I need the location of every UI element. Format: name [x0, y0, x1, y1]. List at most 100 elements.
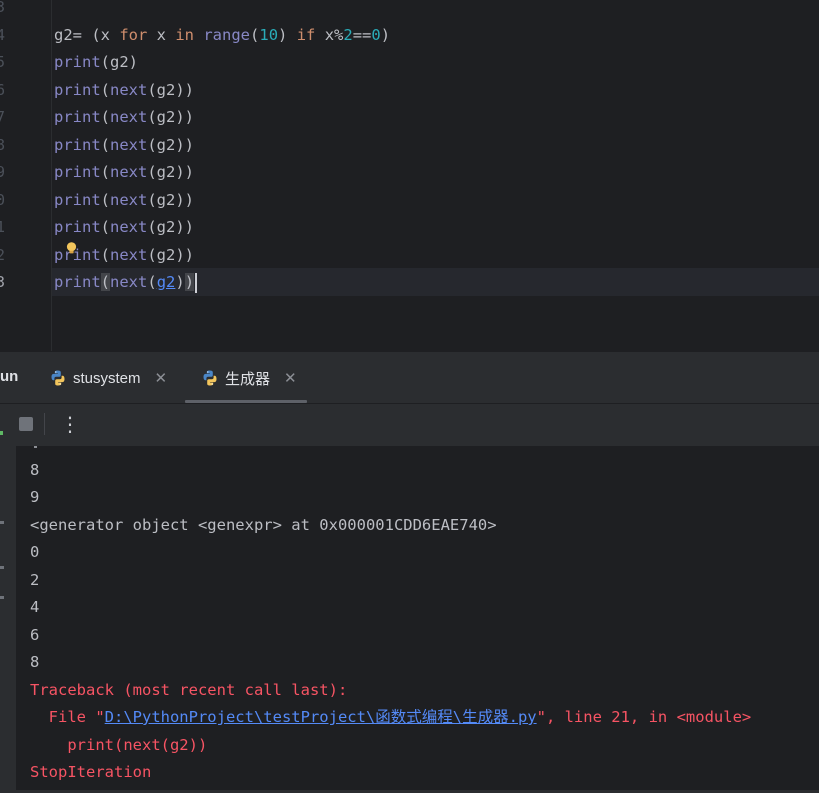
code-token: next: [110, 80, 148, 99]
code-token: x%: [315, 25, 344, 44]
code-token: in: [175, 25, 194, 44]
code-line[interactable]: print(next(g2)): [54, 104, 194, 132]
line-number: 3: [0, 0, 6, 16]
run-toolbar: ⋮: [0, 403, 819, 446]
code-token: next: [110, 108, 148, 126]
line-number: 7: [0, 108, 6, 126]
text-caret: [195, 272, 198, 293]
console-gutter: [0, 446, 16, 793]
tab-label: stusystem: [73, 369, 141, 387]
code-token: print: [54, 53, 101, 71]
code-line[interactable]: print(next(g2)): [54, 77, 194, 105]
line-number: 4: [0, 25, 6, 44]
line-number: 6: [0, 80, 6, 99]
tab-stusystem[interactable]: stusystem ✕: [49, 360, 167, 396]
output-line: 9: [30, 488, 40, 506]
more-vertical-icon[interactable]: ⋮: [60, 412, 80, 436]
tab-generator[interactable]: 生成器 ✕: [201, 360, 297, 396]
line-number: 2: [0, 245, 6, 264]
code-token: print: [54, 273, 101, 291]
code-line[interactable]: print(next(g2)): [54, 269, 198, 297]
python-icon: [203, 370, 217, 386]
code-token: (: [100, 190, 111, 209]
code-token: g2: [156, 273, 176, 291]
code-token: (: [147, 273, 157, 291]
close-icon[interactable]: ✕: [284, 369, 297, 387]
code-line[interactable]: print(next(g2)): [54, 187, 194, 215]
code-token: (g2)): [147, 135, 195, 154]
output-line: 4: [30, 598, 40, 616]
code-line[interactable]: print(next(g2)): [54, 159, 194, 187]
toolbar-divider: [44, 413, 45, 435]
traceback-suffix: ", line 21, in <module>: [536, 708, 752, 726]
output-line: 8: [30, 653, 40, 671]
python-icon: [51, 370, 65, 386]
code-token: print: [54, 218, 101, 236]
code-token: ): [278, 25, 297, 44]
code-token: 2: [343, 25, 353, 44]
code-token: print: [54, 108, 101, 126]
code-token: next: [110, 218, 148, 236]
code-token: (: [100, 135, 111, 154]
code-token: for: [119, 25, 148, 44]
traceback-file-link[interactable]: D:\PythonProject\testProject\函数式编程\生成器.p…: [105, 708, 537, 726]
code-token: (: [100, 245, 111, 264]
code-token: (: [100, 163, 111, 181]
run-tab-bar: un stusystem ✕ 生成器 ✕: [0, 351, 819, 404]
code-token: (g2)): [147, 163, 195, 181]
stop-icon[interactable]: [19, 417, 33, 431]
code-token: next: [110, 190, 148, 209]
line-number: 1: [0, 218, 6, 236]
close-icon[interactable]: ✕: [155, 369, 168, 387]
rerun-icon[interactable]: [0, 431, 3, 435]
line-number: 3: [0, 273, 6, 291]
code-token: (: [100, 218, 111, 236]
code-token: print: [54, 190, 101, 209]
lightbulb-icon[interactable]: [66, 242, 77, 254]
code-token: next: [110, 273, 148, 291]
gutter-marker: [0, 521, 4, 524]
output-line: 2: [30, 570, 40, 589]
tool-window-title: un: [0, 368, 19, 385]
code-token: (g2)): [147, 218, 195, 236]
code-token: 0: [371, 25, 381, 44]
line-number: 9: [0, 163, 6, 181]
code-editor[interactable]: 34567890123 g2= (x for x in range(10) if…: [0, 0, 819, 351]
code-token: (: [250, 25, 260, 44]
gutter-marker: [0, 596, 4, 599]
line-number: 8: [0, 135, 6, 154]
code-token: print: [54, 80, 101, 99]
tab-label: 生成器: [225, 370, 271, 388]
code-line[interactable]: print(next(g2)): [54, 214, 194, 242]
code-line[interactable]: print(g2): [54, 49, 138, 77]
line-number: 0: [0, 190, 6, 209]
code-line[interactable]: g2= (x for x in range(10) if x%2==0): [54, 22, 390, 50]
code-token: (g2)): [147, 245, 195, 264]
code-token: x: [147, 25, 176, 44]
code-token: next: [110, 245, 148, 264]
code-token: (g2)): [147, 108, 195, 126]
code-token: (: [100, 80, 111, 99]
traceback-code-line: print(next(g2)): [30, 735, 208, 754]
output-line: 6: [30, 625, 40, 644]
code-token: ): [175, 273, 185, 291]
code-token: 10: [259, 25, 279, 44]
code-token: if: [296, 25, 316, 44]
line-number: 5: [0, 53, 6, 71]
traceback-header: Traceback (most recent call last):: [30, 680, 348, 699]
gutter-marker: [0, 566, 4, 569]
code-token: (g2)): [147, 80, 195, 99]
code-token: ): [380, 25, 391, 44]
code-token: ==: [352, 25, 372, 44]
traceback-file-line: File "D:\PythonProject\testProject\函数式编程…: [30, 704, 752, 732]
code-token: (g2): [100, 53, 138, 71]
traceback-prefix: File ": [30, 708, 105, 726]
code-token: print: [54, 135, 101, 154]
code-token: (: [100, 108, 111, 126]
console-output[interactable]: 8 9 <generator object <genexpr> at 0x00000…: [0, 446, 819, 793]
code-line[interactable]: print(next(g2)): [54, 132, 194, 160]
code-token: (: [100, 273, 111, 291]
output-line: <generator object <genexpr> at 0x000001C…: [30, 515, 497, 534]
error-name-line: StopIteration: [30, 763, 152, 781]
